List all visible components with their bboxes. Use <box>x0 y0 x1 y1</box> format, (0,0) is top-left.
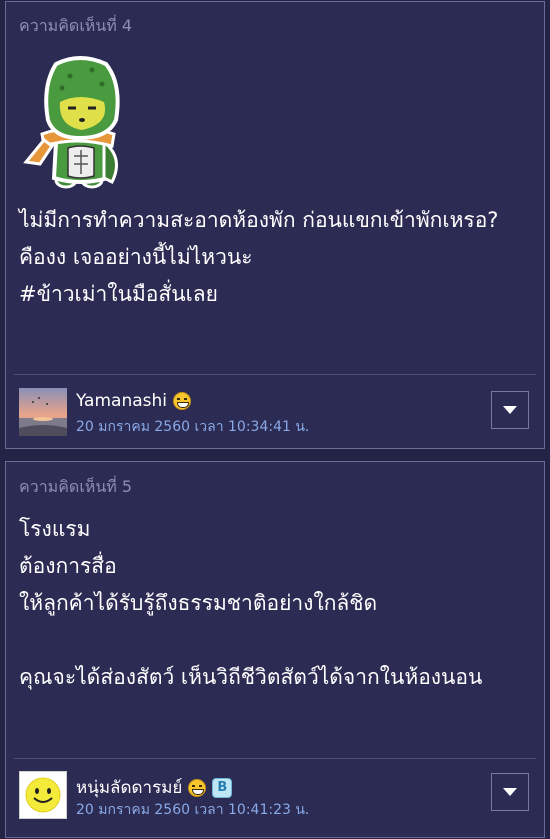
comment-text-line: ต้องการสื่อ <box>19 554 117 578</box>
comment-options-button[interactable] <box>491 391 529 429</box>
comment-options-button[interactable] <box>491 773 529 811</box>
username[interactable]: หนุ่มลัดดารมย์ B <box>76 774 233 801</box>
comment-text-line: คืองง เจออย่างนี้ไม่ไหวนะ <box>19 245 253 269</box>
divider <box>14 758 536 759</box>
comment-timestamp: 20 มกราคม 2560 เวลา 10:41:23 น. <box>76 802 310 818</box>
comment-text-line: ไม่มีการทำความสะอาดห้องพัก ก่อนแขกเข้าพั… <box>19 208 499 232</box>
username-text[interactable]: Yamanashi <box>76 391 167 411</box>
comment-text-line: โรงแรม <box>19 517 91 541</box>
comment-text-line: คุณจะได้ส่องสัตว์ เห็นวิถีชีวิตสัตว์ได้จ… <box>19 665 483 689</box>
blog-b-badge-icon[interactable]: B <box>212 777 233 798</box>
laughing-emoji-icon <box>188 778 207 797</box>
comment-text: โรงแรม ต้องการสื่อ ให้ลูกค้าได้รับรู้ถึง… <box>19 511 482 696</box>
comment-card-5: ความคิดเห็นที่ 5 โรงแรม ต้องการสื่อ ให้ล… <box>5 461 545 838</box>
chevron-down-icon <box>503 788 517 796</box>
comment-number-label: ความคิดเห็นที่ 4 <box>19 16 133 35</box>
laughing-emoji-icon <box>173 392 191 410</box>
comment-card-4: ความคิดเห็นที่ 4 ไม่มีการทำความสะอาดห้อง… <box>5 1 545 449</box>
comment-text-line <box>19 622 482 659</box>
username[interactable]: Yamanashi <box>76 391 191 411</box>
divider <box>14 374 536 375</box>
chevron-down-icon <box>503 406 517 414</box>
turtle-sticker-icon <box>23 56 120 189</box>
smiley-face-avatar-icon <box>25 777 61 813</box>
comment-text-line[interactable]: #ข้าวเม่าในมือสั่นเลย <box>19 276 498 313</box>
comment-text-line: ให้ลูกค้าได้รับรู้ถึงธรรมชาติอย่างใกล้ชิ… <box>19 591 378 615</box>
sunset-beach-avatar-icon <box>19 388 67 436</box>
comment-number-label: ความคิดเห็นที่ 5 <box>19 477 133 496</box>
username-text[interactable]: หนุ่มลัดดารมย์ <box>76 774 182 801</box>
user-avatar[interactable] <box>19 388 67 436</box>
comment-text: ไม่มีการทำความสะอาดห้องพัก ก่อนแขกเข้าพั… <box>19 202 498 313</box>
comment-timestamp: 20 มกราคม 2560 เวลา 10:34:41 น. <box>76 419 310 435</box>
user-avatar[interactable] <box>19 771 67 819</box>
